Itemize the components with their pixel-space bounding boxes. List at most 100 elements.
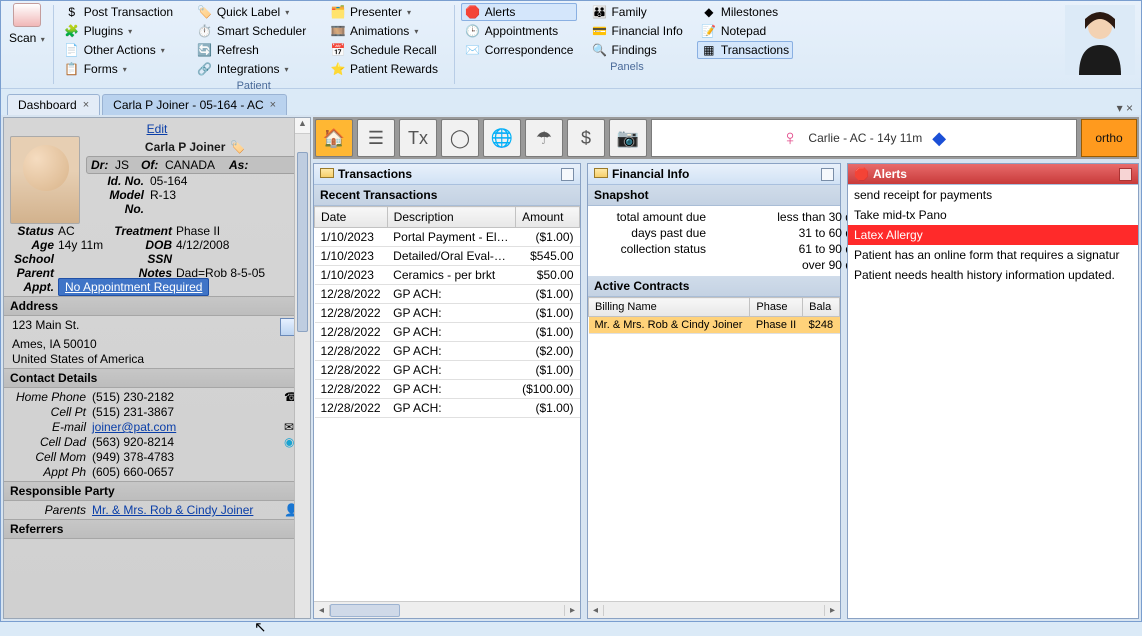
ribbon-group-patient: Patient: [60, 78, 448, 92]
table-row[interactable]: 12/28/2022GP ACH:($100.00): [315, 380, 580, 399]
money-button[interactable]: $: [567, 119, 605, 157]
patient-name: Carla P Joiner: [145, 140, 225, 154]
ribbon-smart-scheduler[interactable]: ⏱️Smart Scheduler: [193, 22, 316, 40]
address-header: Address: [4, 296, 310, 316]
ribbon-findings[interactable]: 🔍Findings: [587, 41, 686, 59]
address-line: United States of America: [12, 352, 302, 366]
snapshot-header: Snapshot: [588, 185, 840, 206]
snapshot-grid: total amount dueless than 30 days:$0.00 …: [588, 206, 840, 276]
column-header[interactable]: Billing Name: [589, 298, 750, 317]
table-row[interactable]: 12/28/2022GP ACH:($1.00): [315, 304, 580, 323]
table-row[interactable]: 1/10/2023Portal Payment - El…($1.00): [315, 228, 580, 247]
responsible-party-link[interactable]: Mr. & Mrs. Rob & Cindy Joiner: [92, 503, 284, 517]
financial-info-icon: 💳: [591, 23, 607, 39]
table-row[interactable]: 12/28/2022GP ACH:($1.00): [315, 399, 580, 418]
diamond-icon: ◆: [932, 128, 946, 149]
table-row[interactable]: 12/28/2022GP ACH:($1.00): [315, 323, 580, 342]
ribbon-plugins[interactable]: 🧩Plugins▾: [60, 22, 183, 40]
email-link[interactable]: joiner@pat.com: [92, 420, 284, 434]
ribbon-family[interactable]: 👪Family: [587, 3, 686, 21]
ribbon-schedule-recall[interactable]: 📅Schedule Recall: [326, 41, 448, 59]
transactions-panel: Transactions Recent Transactions DateDes…: [313, 163, 581, 619]
cursor-icon: ↖: [254, 618, 267, 636]
appointment-link[interactable]: No Appointment Required: [58, 278, 209, 296]
ribbon-alerts[interactable]: 🛑Alerts: [461, 3, 578, 21]
alerts-icon: 🛑: [465, 4, 481, 20]
table-row[interactable]: 12/28/2022GP ACH:($1.00): [315, 361, 580, 380]
ribbon-transactions[interactable]: ▦Transactions: [697, 41, 793, 59]
horizontal-scrollbar[interactable]: ◂▸: [588, 601, 840, 618]
ribbon-animations[interactable]: 🎞️Animations▾: [326, 22, 448, 40]
alert-item[interactable]: Take mid-tx Pano: [848, 205, 1138, 225]
ribbon-notepad[interactable]: 📝Notepad: [697, 22, 793, 40]
tx-button[interactable]: Tx: [399, 119, 437, 157]
refresh-icon: 🔄: [197, 42, 213, 58]
umbrella-button[interactable]: ☂: [525, 119, 563, 157]
tab-overflow[interactable]: ▾ ×: [1109, 101, 1141, 115]
patient-banner: ♀ Carlie - AC - 14y 11m ◆: [651, 119, 1077, 157]
ribbon-integrations[interactable]: 🔗Integrations▾: [193, 60, 316, 78]
ortho-button[interactable]: ortho: [1081, 119, 1137, 157]
alert-item[interactable]: Latex Allergy: [848, 225, 1138, 245]
patient-photo[interactable]: [10, 136, 80, 224]
recent-transactions-header: Recent Transactions: [314, 185, 580, 206]
column-header[interactable]: Bala: [803, 298, 840, 317]
financial-icon: [594, 168, 608, 178]
panel-toggle[interactable]: [561, 168, 574, 181]
ribbon-refresh[interactable]: 🔄Refresh: [193, 41, 316, 59]
ribbon-forms[interactable]: 📋Forms▾: [60, 60, 183, 78]
home-button[interactable]: 🏠: [315, 119, 353, 157]
ribbon-appointments[interactable]: 🕒Appointments: [461, 22, 578, 40]
presenter-icon: 🗂️: [330, 4, 346, 20]
responsible-party-header: Responsible Party: [4, 481, 310, 501]
ribbon-presenter[interactable]: 🗂️Presenter▾: [326, 3, 448, 21]
table-row[interactable]: 1/10/2023Detailed/Oral Eval-…$545.00: [315, 247, 580, 266]
tab-dashboard[interactable]: Dashboard×: [7, 94, 100, 115]
schedule-recall-icon: 📅: [330, 42, 346, 58]
table-row[interactable]: 1/10/2023Ceramics - per brkt$50.00: [315, 266, 580, 285]
ribbon-patient-rewards[interactable]: ⭐Patient Rewards: [326, 60, 448, 78]
vertical-scrollbar[interactable]: ▲: [294, 118, 310, 618]
ribbon-correspondence[interactable]: ✉️Correspondence: [461, 41, 578, 59]
ribbon-post-transaction[interactable]: $Post Transaction: [60, 3, 183, 21]
integrations-icon: 🔗: [197, 61, 213, 77]
panel-toggle[interactable]: [821, 168, 834, 181]
smart-scheduler-icon: ⏱️: [197, 23, 213, 39]
appointments-icon: 🕒: [465, 23, 481, 39]
ribbon-milestones[interactable]: ◆Milestones: [697, 3, 793, 21]
close-icon[interactable]: ×: [83, 99, 89, 111]
findings-icon: 🔍: [591, 42, 607, 58]
referrers-header: Referrers: [4, 519, 310, 539]
column-header[interactable]: Phase: [750, 298, 803, 317]
ribbon-financial-info[interactable]: 💳Financial Info: [587, 22, 686, 40]
key-button[interactable]: ◯: [441, 119, 479, 157]
address-line: 123 Main St.: [12, 318, 79, 336]
alert-icon: 🛑: [854, 167, 869, 181]
ribbon-quick-label[interactable]: 🏷️Quick Label▾: [193, 3, 316, 21]
other-actions-icon: 📄: [64, 42, 80, 58]
table-row[interactable]: 12/28/2022GP ACH:($1.00): [315, 285, 580, 304]
plugins-icon: 🧩: [64, 23, 80, 39]
horizontal-scrollbar[interactable]: ◂▸: [314, 601, 580, 618]
column-header[interactable]: Amount: [516, 207, 580, 228]
table-row[interactable]: 12/28/2022GP ACH:($2.00): [315, 342, 580, 361]
table-row[interactable]: Mr. & Mrs. Rob & Cindy JoinerPhase II$24…: [589, 317, 840, 334]
correspondence-icon: ✉️: [465, 42, 481, 58]
close-icon[interactable]: ×: [270, 99, 276, 111]
scan-button[interactable]: Scan ▾: [1, 1, 53, 88]
globe-button[interactable]: 🌐: [483, 119, 521, 157]
alert-item[interactable]: Patient needs health history information…: [848, 265, 1138, 285]
column-header[interactable]: Description: [387, 207, 515, 228]
tab-patient[interactable]: Carla P Joiner - 05-164 - AC×: [102, 94, 287, 115]
column-header[interactable]: Date: [315, 207, 388, 228]
alert-item[interactable]: Patient has an online form that requires…: [848, 245, 1138, 265]
notepad-icon: 📝: [701, 23, 717, 39]
ribbon-other-actions[interactable]: 📄Other Actions▾: [60, 41, 183, 59]
address-line: Ames, IA 50010: [12, 337, 302, 351]
edit-link[interactable]: Edit: [147, 122, 168, 136]
alert-item[interactable]: send receipt for payments: [848, 185, 1138, 205]
quick-label-icon: 🏷️: [197, 4, 213, 20]
chart-button[interactable]: ☰: [357, 119, 395, 157]
panel-toggle[interactable]: [1119, 168, 1132, 181]
camera-button[interactable]: 📷: [609, 119, 647, 157]
